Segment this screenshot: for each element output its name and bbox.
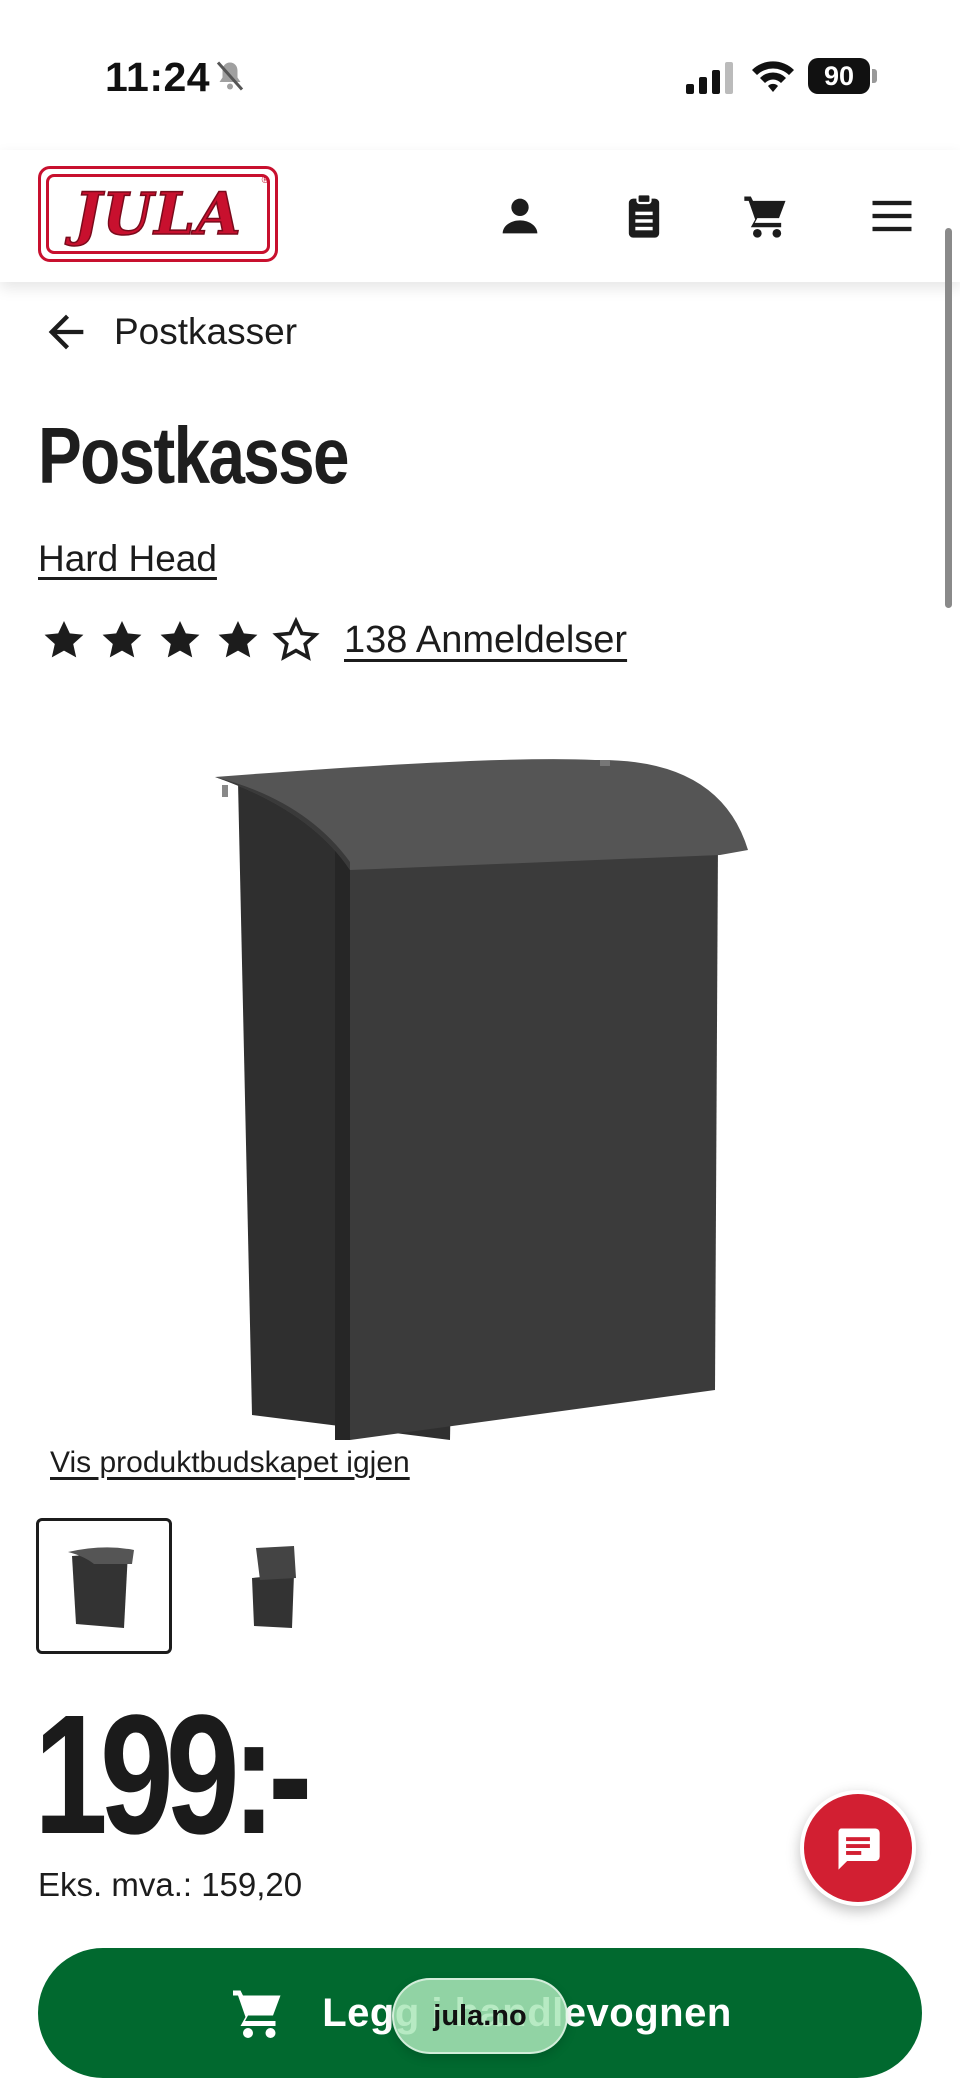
thumbnail-2[interactable] [206, 1518, 342, 1654]
site-header: JULA ® [0, 150, 960, 282]
restore-product-message-link[interactable]: Vis produktbudskapet igjen [50, 1446, 410, 1480]
chat-icon [838, 1828, 880, 1870]
bell-muted-icon [216, 61, 244, 91]
rating-stars [40, 616, 320, 664]
product-price: 199:- [34, 1680, 312, 1870]
user-icon [502, 198, 538, 234]
clipboard-icon [628, 193, 660, 238]
reviews-link[interactable]: 138 Anmeldelser [344, 619, 627, 662]
account-button[interactable] [490, 186, 550, 246]
battery-level: 90 [808, 58, 870, 94]
thumbnail-gallery [36, 1518, 342, 1654]
thumbnail-1[interactable] [36, 1518, 172, 1654]
brand-link[interactable]: Hard Head [38, 538, 217, 580]
menu-button[interactable] [862, 186, 922, 246]
product-title: Postkasse [38, 411, 349, 500]
menu-icon [872, 200, 912, 232]
breadcrumb[interactable]: Postkasser [40, 306, 297, 358]
jula-logo[interactable]: JULA ® [38, 166, 278, 262]
chat-button[interactable] [800, 1790, 916, 1906]
star-filled-icon [102, 621, 142, 658]
status-time: 11:24 [105, 54, 211, 100]
back-arrow-icon [48, 314, 84, 350]
cart-button-header[interactable] [736, 186, 796, 246]
browser-url: jula.no [433, 1999, 527, 2032]
product-image[interactable] [200, 740, 760, 1440]
cart-icon [233, 1990, 281, 2038]
logo-text: JULA [73, 179, 242, 249]
thumbnail-image-closed [68, 1547, 134, 1628]
star-filled-icon [44, 621, 84, 658]
shopping-list-button[interactable] [614, 186, 674, 246]
price-ex-vat: Eks. mva.: 159,20 [38, 1866, 303, 1903]
status-bar: 11:24 90 [0, 0, 960, 150]
browser-url-pill[interactable]: jula.no [392, 1978, 568, 2054]
star-filled-icon [160, 621, 200, 658]
page-scrollbar[interactable] [945, 228, 952, 608]
breadcrumb-label[interactable]: Postkasser [114, 311, 297, 353]
star-empty-icon [272, 616, 320, 661]
cart-icon [744, 196, 786, 238]
wifi-icon [752, 61, 794, 92]
signal-icon [686, 62, 733, 94]
star-filled-icon [218, 621, 258, 658]
battery-icon: 90 [808, 58, 878, 94]
rating[interactable]: 138 Anmeldelser [40, 610, 627, 670]
thumbnail-image-open [252, 1546, 296, 1628]
